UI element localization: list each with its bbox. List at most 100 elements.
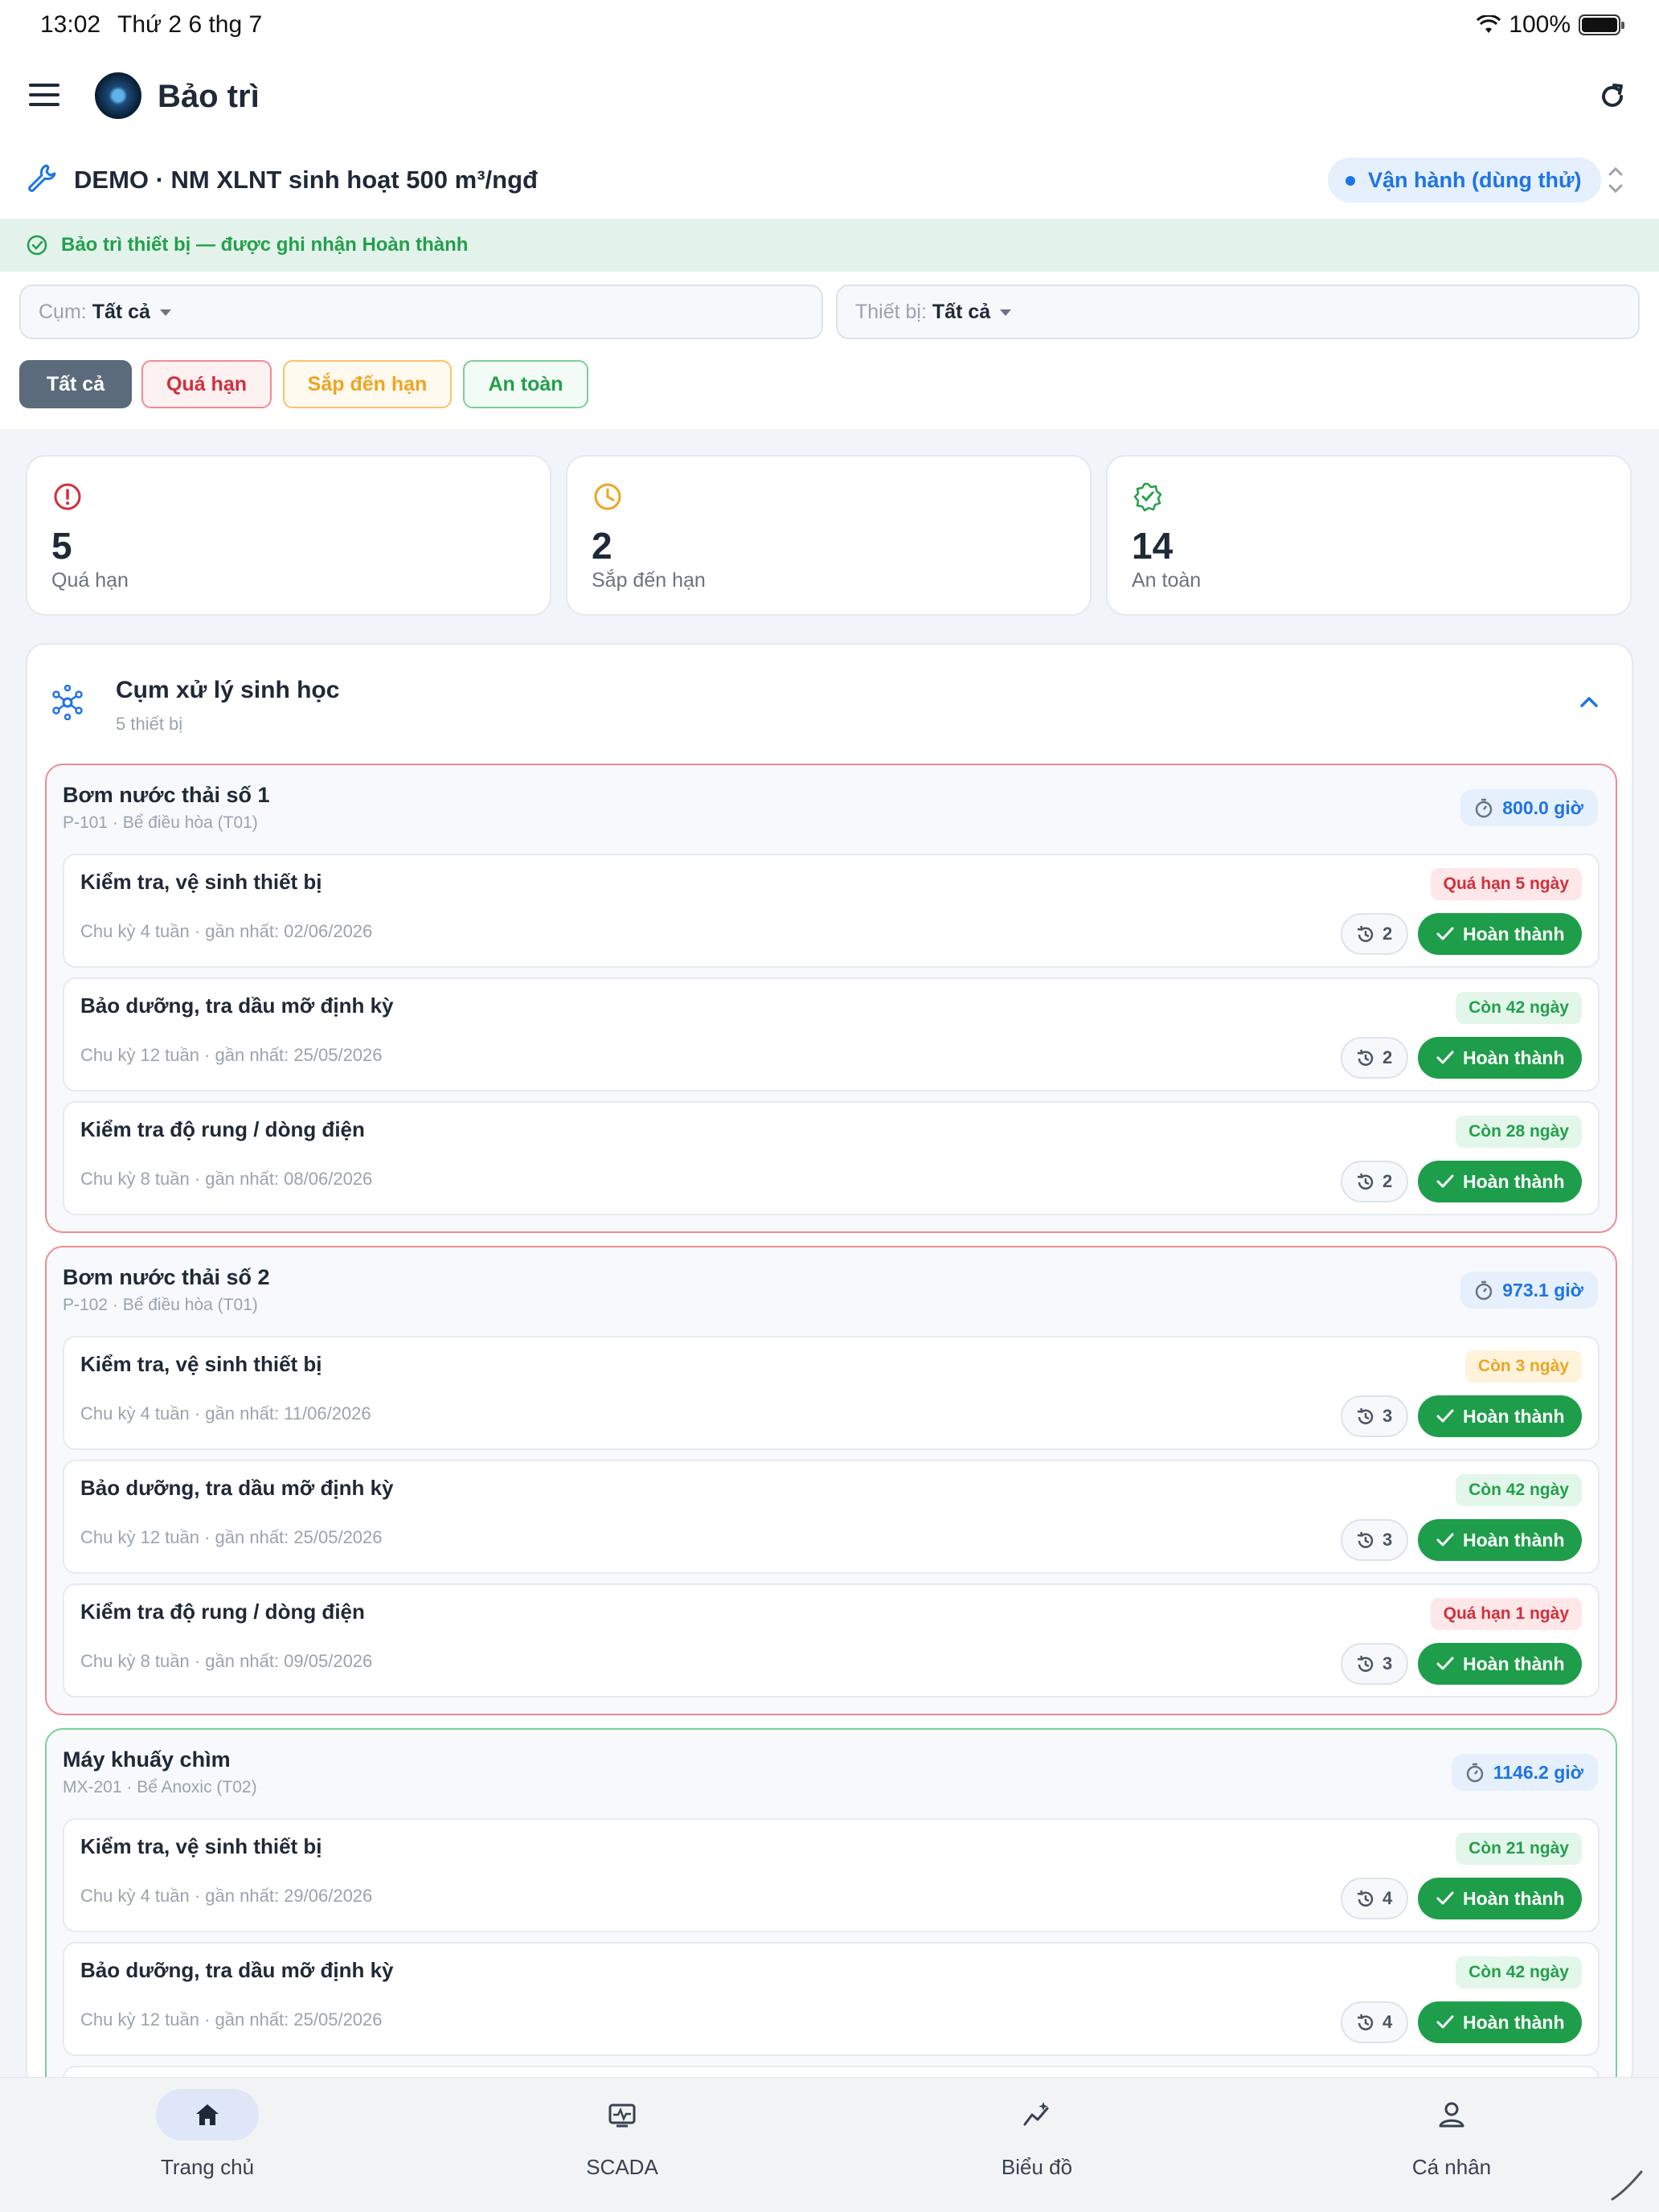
status-badge: Còn 28 ngày: [1456, 1116, 1582, 1148]
history-count: 4: [1382, 2012, 1393, 2032]
task-meta: Chu kỳ 12 tuần · gần nhất: 25/05/2026: [80, 2009, 383, 2030]
runtime-hours: 1146.2 giờ: [1493, 1762, 1583, 1783]
equipment-card: Bơm nước thải số 2 P-102 · Bể điều hòa (…: [45, 1246, 1617, 1715]
status-badge: Còn 3 ngày: [1464, 1350, 1582, 1382]
nav-label: Trang chủ: [160, 2155, 255, 2179]
history-button[interactable]: 3: [1341, 1395, 1408, 1437]
chip-all[interactable]: Tất cả: [19, 360, 132, 408]
banner-text: Bảo trì thiết bị — được ghi nhận Hoàn th…: [61, 234, 469, 256]
check-icon: [1436, 1657, 1454, 1670]
task-row: Bảo dưỡng, tra dầu mỡ định kỳ Chu kỳ 12 …: [63, 1942, 1600, 2056]
plant-selector-row: DEMO · NM XLNT sinh hoạt 500 m³/ngđ Vận …: [0, 141, 1659, 219]
status-badge: Quá hạn 1 ngày: [1430, 1598, 1582, 1630]
unfold-icon[interactable]: [1604, 162, 1627, 198]
nav-label: Cá nhân: [1411, 2155, 1492, 2179]
nav-charts[interactable]: Biểu đồ: [830, 2078, 1244, 2212]
runtime-hours: 800.0 giờ: [1502, 797, 1583, 818]
battery-icon: [1579, 14, 1624, 35]
history-button[interactable]: 4: [1341, 2001, 1408, 2043]
runtime-badge: 1146.2 giờ: [1451, 1754, 1598, 1791]
caret-down-icon: [1000, 309, 1012, 317]
monitor-pulse-icon: [608, 2103, 636, 2128]
task-meta: Chu kỳ 12 tuần · gần nhất: 25/05/2026: [80, 1045, 383, 1065]
filter-area: Cụm: Tất cả Thiết bị: Tất cả Tất cả Quá …: [0, 272, 1659, 429]
history-count: 2: [1382, 1047, 1393, 1067]
device-dropdown[interactable]: Thiết bị: Tất cả: [836, 285, 1640, 339]
complete-button[interactable]: Hoàn thành: [1418, 1519, 1582, 1561]
history-button[interactable]: 2: [1341, 1161, 1408, 1202]
task-name: Bảo dưỡng, tra dầu mỡ định kỳ: [80, 993, 394, 1018]
clock-icon: [594, 483, 621, 510]
history-button[interactable]: 2: [1341, 913, 1408, 955]
history-icon: [1357, 1890, 1374, 1907]
check-icon: [1436, 1891, 1454, 1905]
history-icon: [1357, 1531, 1374, 1548]
history-count: 2: [1382, 924, 1393, 944]
task-row: Kiểm tra, vệ sinh thiết bị Chu kỳ 4 tuần…: [63, 1336, 1600, 1450]
complete-button[interactable]: Hoàn thành: [1418, 913, 1582, 955]
complete-button[interactable]: Hoàn thành: [1418, 1395, 1582, 1437]
stat-card-safe[interactable]: 14 An toàn: [1106, 455, 1632, 616]
chip-safe[interactable]: An toàn: [463, 360, 588, 408]
task-name: Bảo dưỡng, tra dầu mỡ định kỳ: [80, 1476, 394, 1500]
refresh-icon[interactable]: [1596, 80, 1628, 113]
stat-card-overdue[interactable]: 5 Quá hạn: [26, 455, 551, 616]
task-meta: Chu kỳ 4 tuần · gần nhất: 29/06/2026: [80, 1886, 373, 1906]
complete-label: Hoàn thành: [1463, 1047, 1565, 1068]
status-date: Thứ 2 6 thg 7: [117, 11, 263, 38]
mode-badge[interactable]: Vận hành (dùng thử): [1328, 158, 1601, 203]
history-icon: [1357, 2013, 1374, 2030]
equipment-code: P-101 · Bể điều hòa (T01): [63, 813, 258, 832]
history-count: 2: [1382, 1171, 1393, 1191]
complete-label: Hoàn thành: [1463, 1888, 1565, 1909]
app-logo: [95, 72, 141, 119]
group-subtitle: 5 thiết bị: [116, 714, 183, 734]
status-time: 13:02: [40, 11, 101, 38]
task-name: Kiểm tra độ rung / dòng điện: [80, 1117, 365, 1141]
stat-card-due-soon[interactable]: 2 Sắp đến hạn: [566, 455, 1092, 616]
history-button[interactable]: 3: [1341, 1519, 1408, 1561]
complete-button[interactable]: Hoàn thành: [1418, 1878, 1582, 1919]
stat-value: 2: [592, 525, 612, 567]
history-icon: [1357, 925, 1374, 942]
info-banner: Bảo trì thiết bị — được ghi nhận Hoàn th…: [0, 219, 1659, 272]
task-name: Kiểm tra, vệ sinh thiết bị: [80, 870, 322, 894]
nav-home[interactable]: Trang chủ: [0, 2078, 415, 2212]
history-button[interactable]: 2: [1341, 1037, 1408, 1079]
cluster-dropdown[interactable]: Cụm: Tất cả: [19, 285, 823, 339]
task-name: Kiểm tra, vệ sinh thiết bị: [80, 1834, 322, 1858]
chevron-up-icon[interactable]: [1575, 688, 1603, 715]
hub-icon: [52, 685, 83, 720]
complete-label: Hoàn thành: [1463, 1171, 1565, 1192]
history-icon: [1357, 1049, 1374, 1066]
nav-scada[interactable]: SCADA: [415, 2078, 830, 2212]
equipment-card: Bơm nước thải số 1 P-101 · Bể điều hòa (…: [45, 764, 1617, 1233]
task-meta: Chu kỳ 12 tuần · gần nhất: 25/05/2026: [80, 1527, 383, 1547]
menu-icon[interactable]: [29, 84, 61, 108]
check-icon: [1436, 927, 1454, 940]
complete-button[interactable]: Hoàn thành: [1418, 1161, 1582, 1202]
complete-button[interactable]: Hoàn thành: [1418, 1643, 1582, 1685]
check-circle-icon: [27, 235, 47, 256]
status-badge: Còn 42 ngày: [1456, 1474, 1582, 1506]
timer-icon: [1476, 1280, 1493, 1301]
history-icon: [1357, 1655, 1374, 1672]
device-label: Thiết bị:: [855, 301, 927, 323]
chip-due-soon[interactable]: Sắp đến hạn: [283, 360, 452, 408]
complete-button[interactable]: Hoàn thành: [1418, 2001, 1582, 2043]
stat-label: Quá hạn: [51, 569, 129, 592]
person-icon: [1439, 2102, 1464, 2128]
chip-overdue[interactable]: Quá hạn: [141, 360, 272, 408]
history-button[interactable]: 3: [1341, 1643, 1408, 1685]
stat-label: An toàn: [1132, 569, 1202, 592]
task-row: Kiểm tra độ rung / dòng điện Chu kỳ 8 tu…: [63, 1101, 1600, 1215]
complete-button[interactable]: Hoàn thành: [1418, 1037, 1582, 1079]
page-title: Bảo trì: [158, 79, 260, 114]
nav-profile[interactable]: Cá nhân: [1244, 2078, 1659, 2212]
runtime-badge: 800.0 giờ: [1460, 789, 1598, 826]
history-icon: [1357, 1407, 1374, 1424]
group-card: Cụm xử lý sinh học 5 thiết bị Bơm nước t…: [26, 643, 1633, 2090]
history-button[interactable]: 4: [1341, 1878, 1408, 1919]
nav-label: SCADA: [586, 2155, 658, 2179]
alert-circle-icon: [54, 483, 81, 510]
